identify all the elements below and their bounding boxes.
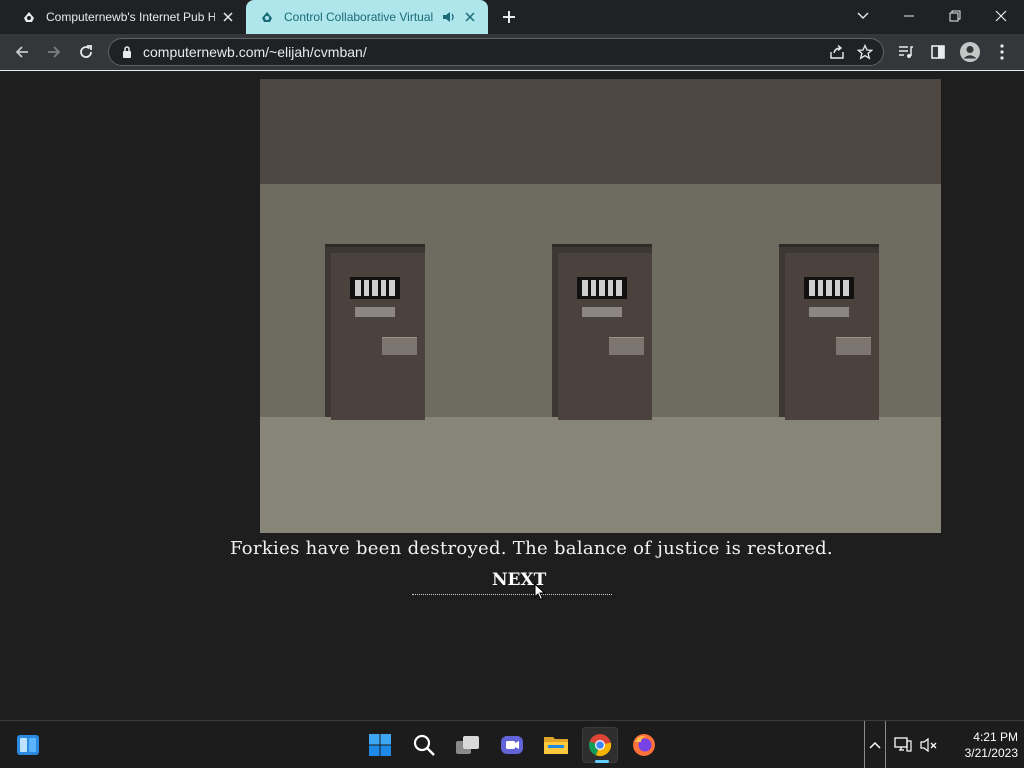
firefox-taskbar-button[interactable] <box>626 727 662 763</box>
url-text[interactable]: computernewb.com/~elijah/cvmban/ <box>143 44 823 60</box>
tab-title: Computernewb's Internet Pub H <box>46 10 215 24</box>
chevron-up-icon <box>869 741 881 749</box>
task-view-icon <box>456 736 479 754</box>
minimize-button[interactable] <box>886 0 932 32</box>
speaker-icon[interactable] <box>441 9 457 25</box>
tab-control-collaborative-virtual[interactable]: Control Collaborative Virtual <box>246 0 488 34</box>
widgets-icon <box>17 735 39 755</box>
door-slot <box>609 337 644 355</box>
kebab-menu-icon <box>1000 44 1004 60</box>
close-icon[interactable] <box>461 8 479 26</box>
clock-time: 4:21 PM <box>973 730 1018 744</box>
task-view-button[interactable] <box>450 727 486 763</box>
profile-button[interactable] <box>956 38 984 66</box>
folder-icon <box>544 737 568 754</box>
page-content: Forkies have been destroyed. The balance… <box>0 72 1024 720</box>
media-queue-icon <box>899 46 913 58</box>
file-explorer-button[interactable] <box>538 727 574 763</box>
mouse-cursor-icon <box>534 583 546 601</box>
volume-button[interactable] <box>918 721 940 768</box>
computernewb-favicon-icon <box>20 8 38 26</box>
network-icon <box>894 737 912 752</box>
avatar-icon <box>960 42 980 62</box>
door-plate <box>582 307 622 317</box>
bookmark-star-icon[interactable] <box>851 38 879 66</box>
address-bar[interactable]: computernewb.com/~elijah/cvmban/ <box>108 38 884 66</box>
menu-button[interactable] <box>988 38 1016 66</box>
start-button[interactable] <box>362 727 398 763</box>
scene-ceiling <box>260 79 941 184</box>
reload-icon <box>80 45 92 58</box>
clock-date: 3/21/2023 <box>964 746 1018 760</box>
restore-button[interactable] <box>932 0 978 32</box>
minimize-icon <box>904 15 914 17</box>
plus-icon <box>503 11 515 23</box>
widgets-button[interactable] <box>10 727 46 763</box>
close-window-button[interactable] <box>978 0 1024 32</box>
door-panel <box>558 253 652 420</box>
media-control-button[interactable] <box>892 38 920 66</box>
door-slot <box>836 337 871 355</box>
door-window <box>350 277 400 299</box>
speaker-muted-icon <box>920 737 937 753</box>
door-panel <box>331 253 425 420</box>
door-window <box>804 277 854 299</box>
chat-button[interactable] <box>494 727 530 763</box>
windows-logo-icon <box>369 734 391 756</box>
door-panel <box>785 253 879 420</box>
tab-computernewb-pub[interactable]: Computernewb's Internet Pub H <box>8 0 246 34</box>
next-underline <box>412 594 612 595</box>
close-icon[interactable] <box>219 8 237 26</box>
screen: Computernewb's Internet Pub H Control Co… <box>0 0 1024 768</box>
active-indicator <box>595 760 609 763</box>
arrow-left-icon <box>15 46 28 58</box>
cell-door <box>325 244 425 420</box>
browser-toolbar: computernewb.com/~elijah/cvmban/ <box>0 34 1024 71</box>
teams-chat-icon <box>501 736 523 754</box>
new-tab-button[interactable] <box>498 6 520 28</box>
cell-door <box>779 244 879 420</box>
forward-button[interactable] <box>40 38 68 66</box>
taskbar-clock[interactable]: 4:21 PM 3/21/2023 <box>946 729 1018 761</box>
lock-icon[interactable] <box>120 45 134 59</box>
chevron-down-icon <box>857 12 869 19</box>
door-plate <box>355 307 395 317</box>
show-hidden-icons-button[interactable] <box>864 721 886 768</box>
story-message: Forkies have been destroyed. The balance… <box>230 538 833 559</box>
firefox-icon <box>633 734 655 756</box>
search-button[interactable] <box>406 727 442 763</box>
cell-door <box>552 244 652 420</box>
tab-title: Control Collaborative Virtual <box>284 10 434 24</box>
scene-floor <box>260 417 941 533</box>
chrome-icon <box>589 734 612 757</box>
door-plate <box>809 307 849 317</box>
door-window <box>577 277 627 299</box>
computernewb-favicon-icon <box>258 8 276 26</box>
back-button[interactable] <box>8 38 36 66</box>
tab-search-button[interactable] <box>840 0 886 32</box>
arrow-right-icon <box>48 46 61 58</box>
reload-button[interactable] <box>72 38 100 66</box>
taskbar: 4:21 PM 3/21/2023 <box>0 720 1024 768</box>
browser-titlebar: Computernewb's Internet Pub H Control Co… <box>0 0 1024 34</box>
game-scene[interactable] <box>260 79 941 533</box>
chrome-taskbar-button[interactable] <box>582 727 618 763</box>
side-panel-button[interactable] <box>924 38 952 66</box>
restore-icon <box>949 10 961 22</box>
door-slot <box>382 337 417 355</box>
side-panel-icon <box>931 45 945 59</box>
share-icon[interactable] <box>823 38 851 66</box>
network-button[interactable] <box>892 721 914 768</box>
search-icon <box>413 734 435 756</box>
close-icon <box>995 10 1007 22</box>
